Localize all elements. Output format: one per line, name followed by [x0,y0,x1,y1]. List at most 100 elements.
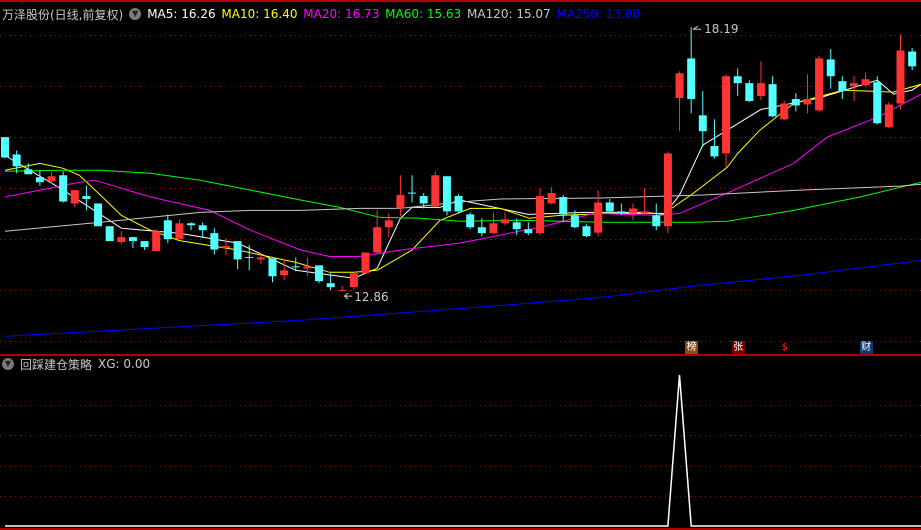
candle-body [221,246,230,249]
candle-body [280,270,289,276]
candle [838,76,847,100]
candle-body [524,229,533,234]
candle [245,245,254,271]
candle [559,195,568,223]
candle-body [326,283,335,288]
event-marker-0[interactable]: 榜 [685,341,699,354]
candle-body [582,226,591,237]
chevron-down-icon[interactable]: ▼ [129,8,142,20]
xg-signal-line [5,374,921,527]
ma-label-1: MA10: 16.40 [221,7,302,21]
candle [268,258,277,283]
candle [140,241,149,251]
candle-body [47,176,56,182]
candle-body [663,153,672,227]
ma-legend: MA5: 16.26 MA10: 16.40 MA20: 16.73 MA60:… [147,7,642,21]
candle-body [722,76,731,154]
candle [70,190,79,208]
candle-body [117,237,126,243]
candle [908,48,917,71]
candle-body [884,104,893,128]
chart-canvas[interactable]: 18.19 12.86 [0,0,921,530]
high-price-label: 18.19 [704,22,738,36]
candle [105,226,114,242]
candle-body [140,241,149,248]
candle [1,137,9,159]
chevron-down-icon[interactable]: ▼ [2,358,14,370]
candle [640,188,649,216]
candle-body [419,196,428,204]
candle-body [501,219,510,224]
candle-body [291,266,300,268]
candle-body [826,59,835,77]
candle-body [12,154,21,167]
candle [117,231,126,245]
candle-body [791,99,800,106]
candle-body [687,58,696,100]
candle-body [849,83,858,87]
candle [396,175,405,217]
candle [210,228,219,255]
candle-body [303,266,312,269]
event-marker-1[interactable]: 张 [731,341,745,354]
main-chart-header: 万泽股份(日线,前复权) ▼ MA5: 16.26 MA10: 16.40 MA… [2,5,642,23]
candle [489,212,498,235]
candle [35,170,44,186]
candle-body [70,190,79,204]
candle [280,259,289,281]
candle-body [175,223,184,240]
candle [698,91,707,148]
candle [315,265,324,284]
candle-body [163,220,172,240]
candle [675,71,684,132]
candle [756,61,765,101]
candle [501,212,510,226]
candle [663,151,672,234]
low-price-label: 12.86 [354,290,388,304]
candle-body [152,231,161,252]
ma-label-3: MA60: 15.63 [385,7,465,21]
candle-body [861,79,870,86]
stock-title: 万泽股份(日线,前复权) [2,7,124,22]
candle-body [128,237,137,242]
candle-body [210,233,219,250]
candle [582,224,591,238]
candle-body [82,196,91,200]
candle-body [198,225,207,231]
candle [652,203,661,231]
candle [163,214,172,244]
event-marker-3[interactable]: 财 [859,341,873,354]
candle-body [605,202,614,212]
candle-body [35,177,44,183]
candle-body [94,203,103,227]
candle-body [698,115,707,132]
candle [349,273,358,291]
candle-body [838,81,847,92]
candle-body [745,83,754,101]
candle [303,257,312,277]
candle [466,212,475,230]
candle [128,237,137,249]
candle [431,171,440,207]
candle-body [384,220,393,228]
candle-body [245,256,254,258]
event-marker-2[interactable]: $ [778,341,791,354]
ma-label-0: MA5: 16.26 [147,7,220,21]
candle [745,80,754,102]
candle-body [780,103,789,120]
indicator-title: 回踩建仓策略 [20,357,93,372]
candle [629,203,638,221]
ma-label-5: MA250: 13.88 [556,7,641,21]
candle-body [535,196,544,234]
candle-body [454,196,463,212]
candle-body [373,227,382,253]
candle [768,76,777,118]
candle-body [803,99,812,105]
candle-body [640,211,649,214]
candle-body [815,58,824,111]
low-arrow-icon [343,292,353,300]
candle [826,49,835,89]
candle [896,34,905,110]
candle-body [512,222,521,230]
candle-body [570,215,579,228]
